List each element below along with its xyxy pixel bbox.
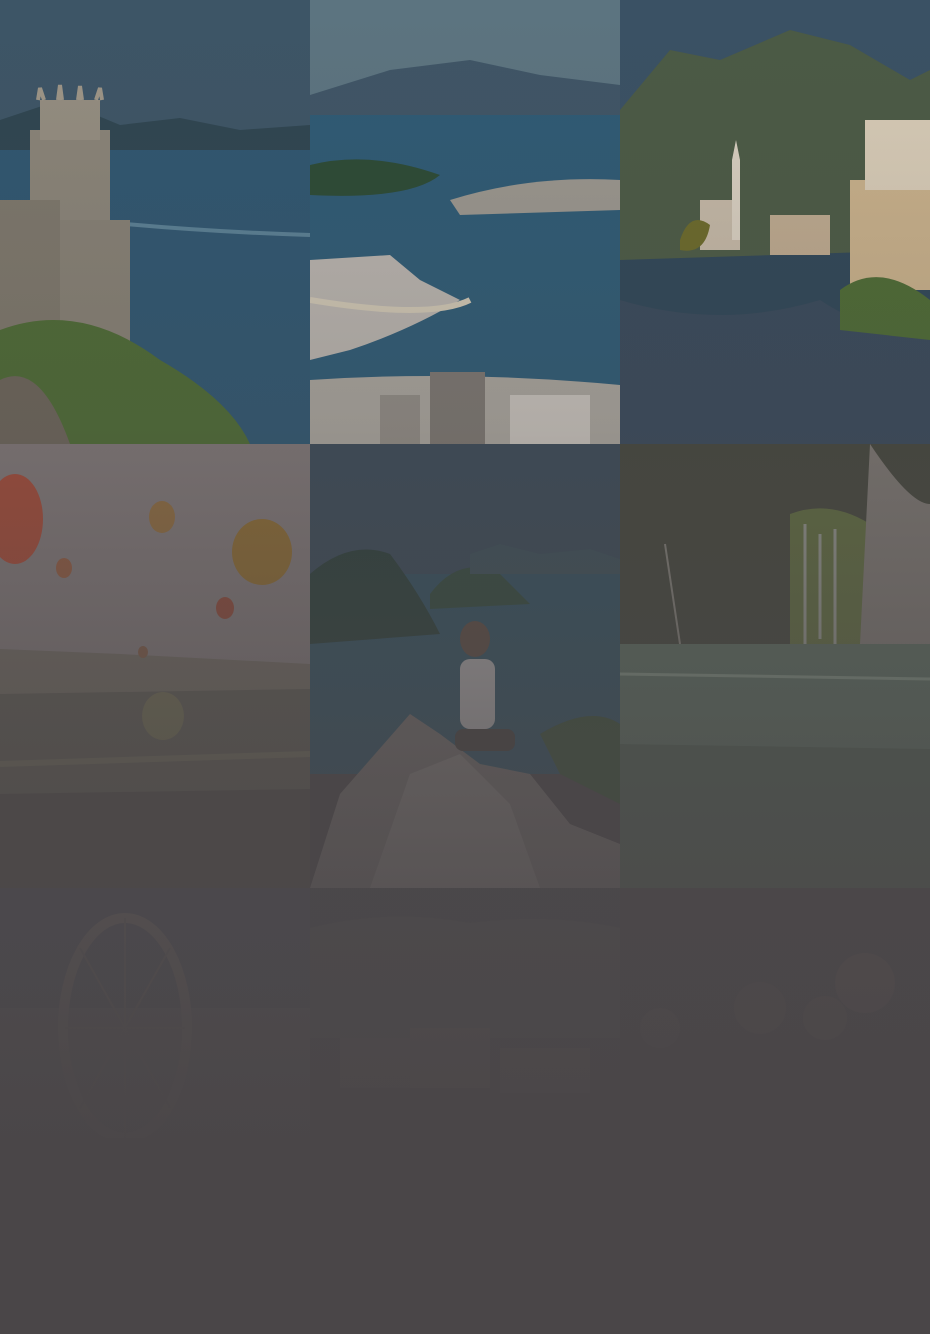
photo-alpine-lake-village [620, 0, 930, 444]
empty-footer-area [0, 1170, 930, 1334]
photo-woman-on-rock [310, 444, 620, 888]
photo-castle-by-sea [0, 0, 310, 444]
photo-waterfall-pool [620, 444, 930, 888]
photo-coastal-bay-city [310, 0, 620, 444]
photo-collage-grid [0, 0, 930, 1332]
photo-hot-air-balloons [0, 444, 310, 888]
